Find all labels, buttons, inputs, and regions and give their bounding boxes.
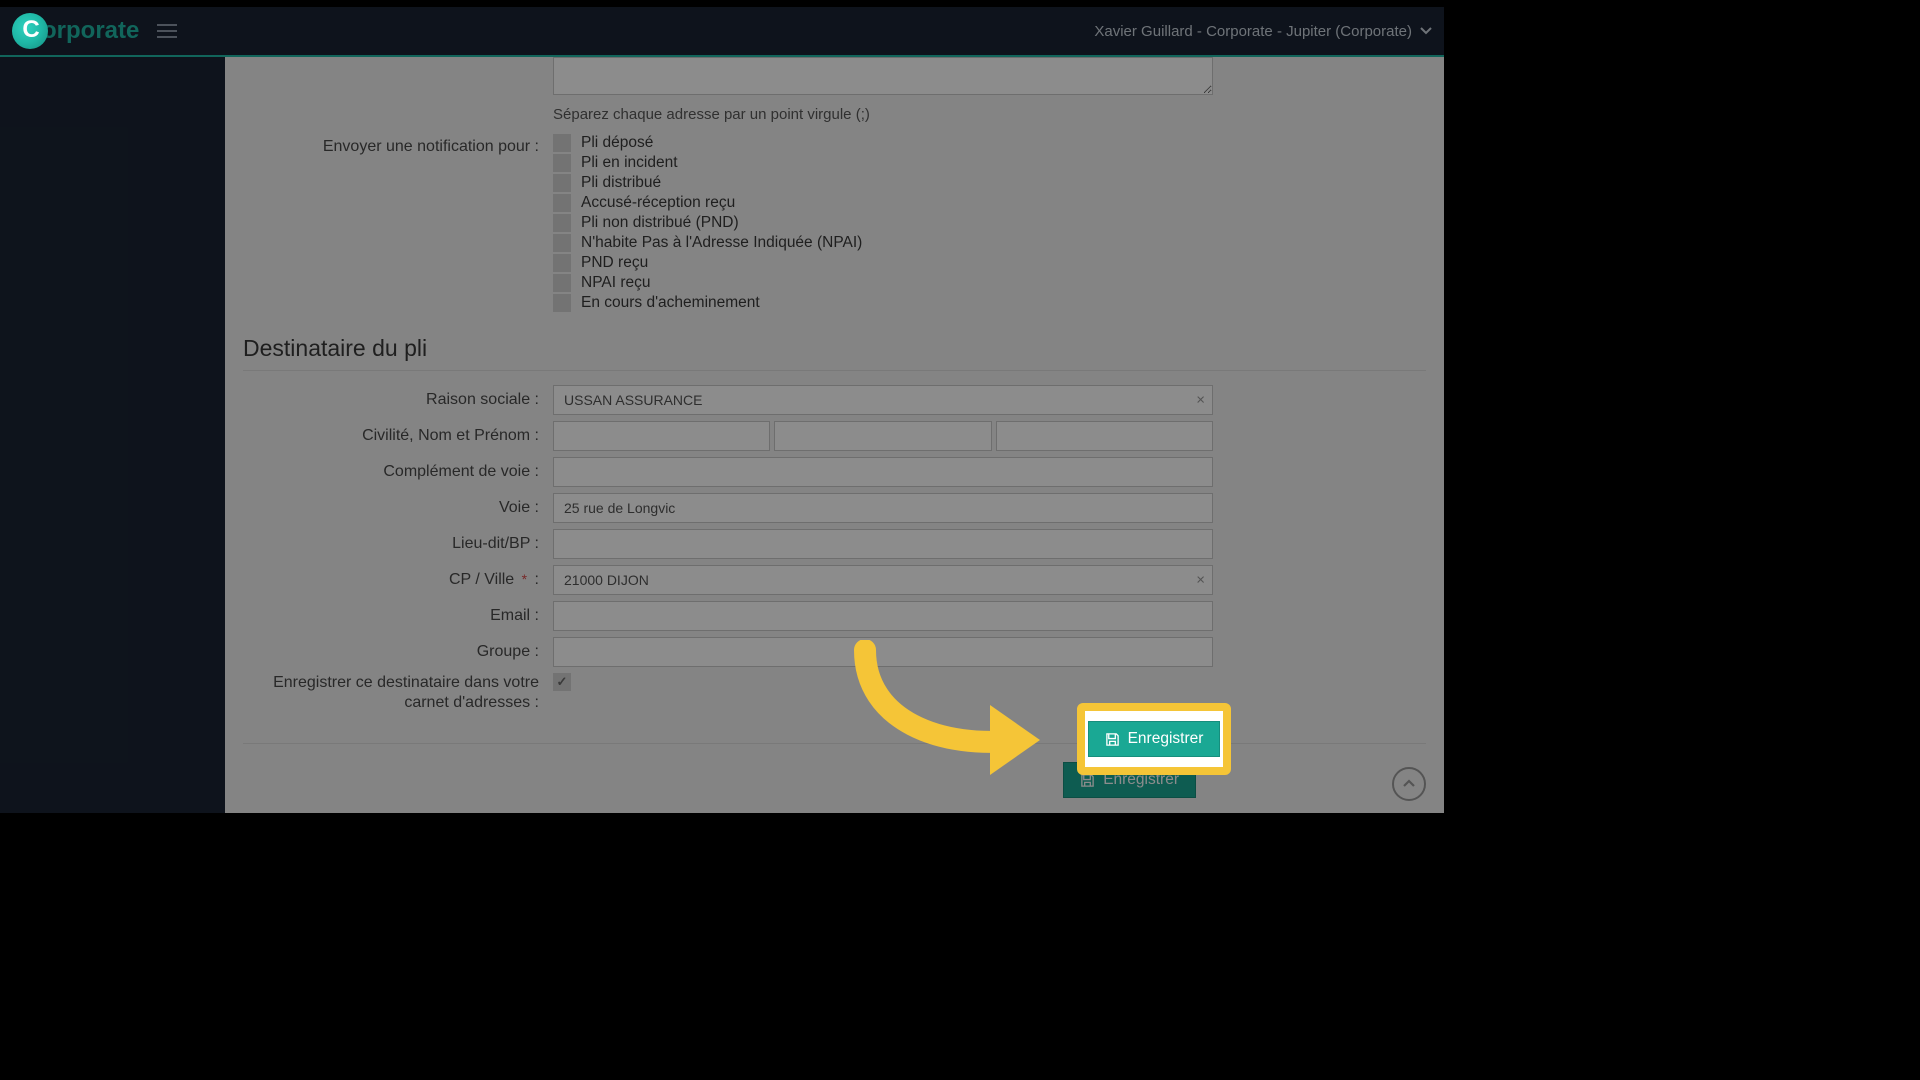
label-complement: Complément de voie : <box>243 463 553 481</box>
notification-options-list: Pli déposéPli en incidentPli distribuéAc… <box>553 133 1213 313</box>
notification-for-label: Envoyer une notification pour : <box>243 133 553 313</box>
notification-option-label: Pli non distribué (PND) <box>581 213 739 233</box>
main-content: Séparez chaque adresse par un point virg… <box>225 57 1444 813</box>
prenom-input[interactable] <box>996 421 1213 451</box>
email-input[interactable] <box>553 601 1213 631</box>
raison-sociale-input[interactable] <box>553 385 1213 415</box>
save-icon <box>1080 773 1095 788</box>
notification-option-label: N'habite Pas à l'Adresse Indiquée (NPAI) <box>581 233 862 253</box>
recipient-section-title: Destinataire du pli <box>243 335 1426 368</box>
label-voie: Voie : <box>243 499 553 517</box>
checkbox[interactable] <box>553 174 571 192</box>
notification-option-label: PND reçu <box>581 253 648 273</box>
nom-input[interactable] <box>774 421 991 451</box>
notification-option: Pli en incident <box>553 153 1213 173</box>
complement-input[interactable] <box>553 457 1213 487</box>
notification-emails-textarea[interactable] <box>553 57 1213 95</box>
chevron-down-icon <box>1420 27 1432 35</box>
notification-option-label: Pli distribué <box>581 173 661 193</box>
notification-option-label: Pli déposé <box>581 133 653 153</box>
checkbox[interactable] <box>553 294 571 312</box>
brand-logo[interactable]: C orporate <box>12 13 139 49</box>
save-button[interactable]: Enregistrer <box>1063 762 1196 798</box>
notification-option: PND reçu <box>553 253 1213 273</box>
hamburger-menu-icon[interactable] <box>157 24 177 38</box>
save-button[interactable]: Enregistrer <box>1088 721 1221 757</box>
cpville-input[interactable] <box>553 565 1213 595</box>
notification-option-label: En cours d'acheminement <box>581 293 760 313</box>
top-navbar: C orporate Xavier Guillard - Corporate -… <box>0 7 1444 57</box>
notification-option: Pli non distribué (PND) <box>553 213 1213 233</box>
civilite-input[interactable] <box>553 421 770 451</box>
divider <box>243 370 1426 371</box>
voie-input[interactable] <box>553 493 1213 523</box>
checkbox[interactable] <box>553 134 571 152</box>
logo-mark-icon: C <box>12 13 48 49</box>
checkbox[interactable] <box>553 194 571 212</box>
notification-option-label: NPAI reçu <box>581 273 651 293</box>
label-cpville: CP / Ville * : <box>243 571 553 589</box>
label-groupe: Groupe : <box>243 643 553 661</box>
lieudit-input[interactable] <box>553 529 1213 559</box>
notification-option: Pli déposé <box>553 133 1213 153</box>
scroll-to-top-button[interactable] <box>1392 767 1426 801</box>
save-button-label: Enregistrer <box>1103 771 1179 789</box>
emails-hint: Séparez chaque adresse par un point virg… <box>553 106 1213 123</box>
notification-option-label: Pli en incident <box>581 153 678 173</box>
checkbox[interactable] <box>553 254 571 272</box>
label-lieudit: Lieu-dit/BP : <box>243 535 553 553</box>
label-save-contact: Enregistrer ce destinataire dans votre c… <box>243 673 553 713</box>
user-account-label: Xavier Guillard - Corporate - Jupiter (C… <box>1094 23 1412 40</box>
checkbox[interactable] <box>553 274 571 292</box>
label-raison-sociale: Raison sociale : <box>243 391 553 409</box>
notification-option: NPAI reçu <box>553 273 1213 293</box>
checkbox[interactable] <box>553 154 571 172</box>
save-button-label: Enregistrer <box>1128 730 1204 748</box>
label-civilite: Civilité, Nom et Prénom : <box>243 427 553 445</box>
user-account-dropdown[interactable]: Xavier Guillard - Corporate - Jupiter (C… <box>1094 23 1432 40</box>
notification-option: N'habite Pas à l'Adresse Indiquée (NPAI) <box>553 233 1213 253</box>
groupe-input[interactable] <box>553 637 1213 667</box>
notification-option-label: Accusé-réception reçu <box>581 193 735 213</box>
save-contact-checkbox[interactable] <box>553 673 571 691</box>
brand-text: orporate <box>42 17 139 45</box>
sidebar <box>0 57 225 813</box>
notification-option: Pli distribué <box>553 173 1213 193</box>
checkbox[interactable] <box>553 214 571 232</box>
notification-option: Accusé-réception reçu <box>553 193 1213 213</box>
label-email: Email : <box>243 607 553 625</box>
save-icon <box>1105 732 1120 747</box>
clear-icon[interactable]: × <box>1196 572 1205 589</box>
checkbox[interactable] <box>553 234 571 252</box>
notification-option: En cours d'acheminement <box>553 293 1213 313</box>
clear-icon[interactable]: × <box>1196 392 1205 409</box>
